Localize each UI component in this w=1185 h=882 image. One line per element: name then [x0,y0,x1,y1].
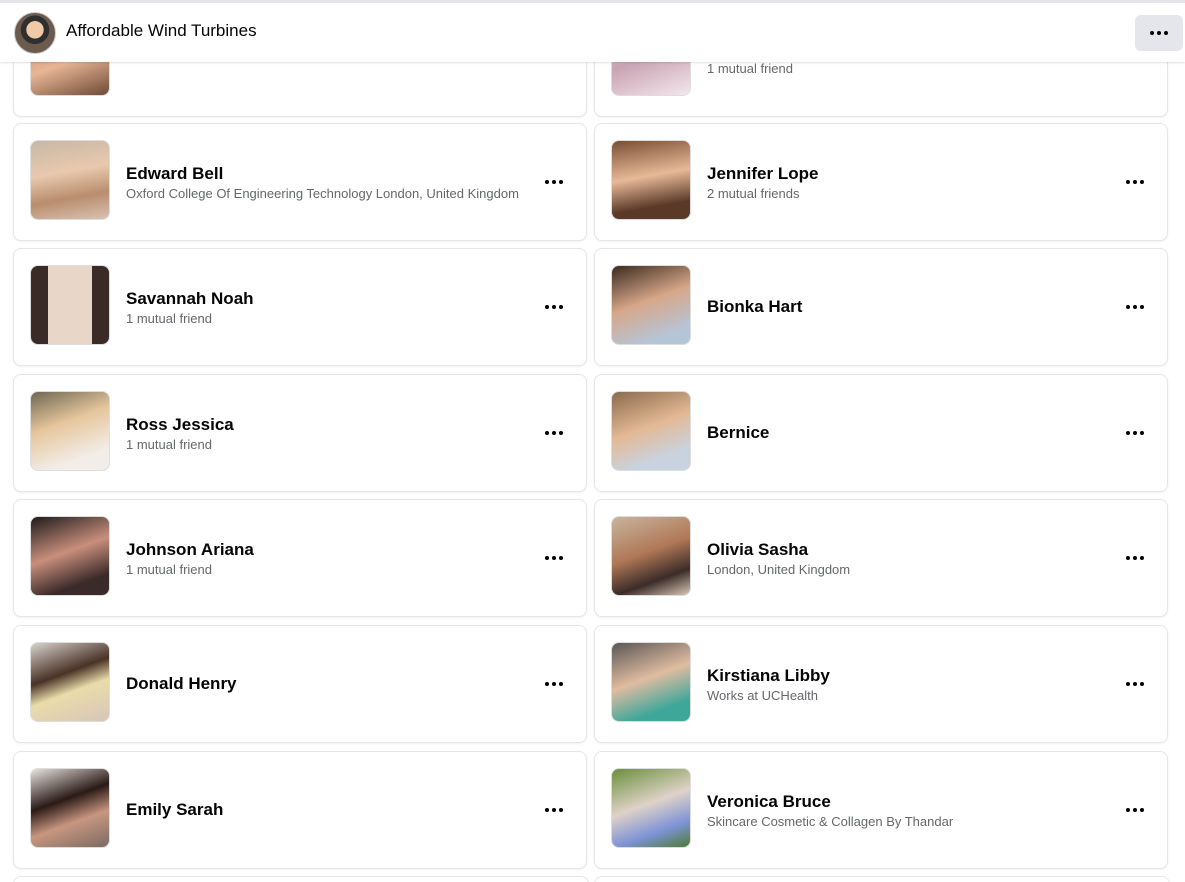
friend-card[interactable]: Johnson Ariana 1 mutual friend [13,499,587,617]
more-dots-icon [1126,808,1144,812]
card-more-button[interactable] [1125,802,1145,818]
friend-subtitle: 1 mutual friend [126,561,212,577]
friend-photo[interactable] [30,265,110,345]
friend-card[interactable]: Emily Sarah [13,751,587,869]
friend-card[interactable]: Savannah Noah 1 mutual friend [13,248,587,366]
card-more-button[interactable] [544,676,564,692]
friend-subtitle: 1 mutual friend [126,436,212,452]
more-dots-icon [545,808,563,812]
card-more-button[interactable] [1125,299,1145,315]
friend-name[interactable]: Veronica Bruce [707,791,1107,812]
card-more-button[interactable] [1125,676,1145,692]
header-more-button[interactable] [1135,15,1183,51]
friend-name[interactable]: Bionka Hart [707,296,1107,317]
friend-name[interactable]: Donald Henry [126,673,526,694]
friend-name[interactable]: Savannah Noah [126,288,526,309]
friend-name[interactable]: Jennifer Lope [707,163,1107,184]
friend-subtitle: 2 mutual friends [707,185,800,201]
friend-card[interactable]: Bernice [594,374,1168,492]
card-more-button[interactable] [544,174,564,190]
friend-photo[interactable] [30,642,110,722]
friend-card[interactable]: Bionka Hart [594,248,1168,366]
more-dots-icon [1126,180,1144,184]
more-dots-icon [1126,305,1144,309]
friend-name[interactable]: Edward Bell [126,163,526,184]
friend-photo[interactable] [611,768,691,848]
friend-name[interactable]: Bernice [707,422,1107,443]
friend-card[interactable]: Kirstiana Libby Works at UCHealth [594,625,1168,743]
friend-photo[interactable] [611,140,691,220]
card-more-button[interactable] [1125,425,1145,441]
friend-card[interactable]: Jennifer Lope 2 mutual friends [594,123,1168,241]
friend-name[interactable]: Johnson Ariana [126,539,526,560]
friend-card[interactable]: Edward Bell Oxford College Of Engineering… [13,123,587,241]
card-more-button[interactable] [544,550,564,566]
friend-photo[interactable] [611,265,691,345]
page-avatar[interactable] [14,12,56,54]
friend-photo[interactable] [30,391,110,471]
friend-photo[interactable] [611,516,691,596]
more-dots-icon [545,431,563,435]
more-dots-icon [545,556,563,560]
card-more-button[interactable] [544,299,564,315]
friend-name[interactable]: Emily Sarah [126,799,526,820]
card-more-button[interactable] [544,802,564,818]
more-dots-icon [1126,682,1144,686]
friend-subtitle: Oxford College Of Engineering Technology… [126,185,519,201]
friend-card[interactable]: Veronica Bruce Skincare Cosmetic & Collag… [594,751,1168,869]
friend-name[interactable]: Olivia Sasha [707,539,1107,560]
card-more-button[interactable] [1125,550,1145,566]
more-dots-icon [1126,431,1144,435]
more-dots-icon [1126,556,1144,560]
more-dots-icon [1150,31,1168,35]
friend-subtitle: 1 mutual friend [126,310,212,326]
friend-subtitle: 1 mutual friend [707,61,793,76]
friend-card[interactable]: Ross Jessica 1 mutual friend [13,374,587,492]
friend-subtitle: Works at UCHealth [707,687,819,703]
friend-photo[interactable] [30,768,110,848]
friend-card [594,876,1170,882]
friend-photo[interactable] [611,391,691,471]
more-dots-icon [545,682,563,686]
more-dots-icon [545,305,563,309]
friend-card[interactable]: Olivia Sasha London, United Kingdom [594,499,1168,617]
friend-name[interactable]: Kirstiana Libby [707,665,1107,686]
header-bar: Affordable Wind Turbines [0,0,1185,62]
page-title[interactable]: Affordable Wind Turbines [66,21,257,41]
friend-name[interactable]: Ross Jessica [126,414,526,435]
friend-photo[interactable] [30,140,110,220]
friend-subtitle: Skincare Cosmetic & Collagen By Thandar [707,813,954,829]
friend-card[interactable]: Donald Henry [13,625,587,743]
friend-card [13,876,589,882]
friends-list-page: Affordable Wind Turbines 1 mutual friend… [0,0,1185,882]
friend-photo[interactable] [30,516,110,596]
more-dots-icon [545,180,563,184]
friend-subtitle: London, United Kingdom [707,561,851,577]
card-more-button[interactable] [544,425,564,441]
card-more-button[interactable] [1125,174,1145,190]
friend-photo[interactable] [611,642,691,722]
